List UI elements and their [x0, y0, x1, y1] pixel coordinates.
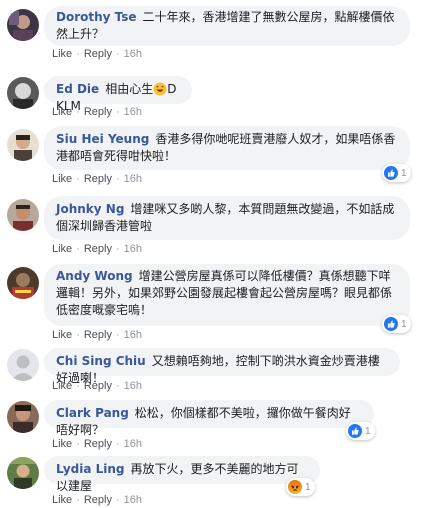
reply-button[interactable]: Reply	[84, 243, 112, 255]
comment-time[interactable]: 16h	[124, 173, 142, 185]
comment-time[interactable]: 16h	[124, 494, 142, 506]
comment-text: 相由心生	[105, 82, 154, 96]
comment-actions: Like · Reply · 16h	[52, 380, 143, 392]
reaction-count: 1	[401, 167, 407, 179]
avatar[interactable]	[7, 77, 39, 109]
comment-author[interactable]: Chi Sing Chiu	[56, 354, 146, 368]
comment: Ed Die 相由心生 DKLM Like · Reply · 16h	[0, 74, 440, 118]
reply-button[interactable]: Reply	[84, 48, 112, 60]
comment-author[interactable]: Siu Hei Yeung	[56, 132, 149, 146]
comment: Andy Wong 增建公營房屋真係可以降低樓價？真係想聽下咩邏輯！另外，如果郊野…	[0, 264, 440, 344]
comment-time[interactable]: 16h	[124, 243, 142, 255]
reaction-count: 1	[305, 481, 311, 493]
comment-actions: Like · Reply · 16h	[52, 494, 143, 506]
rofl-emoji-icon	[153, 82, 167, 96]
comment-actions: Like · Reply · 16h	[52, 106, 143, 118]
like-button[interactable]: Like	[52, 380, 72, 392]
comment-bubble: Ed Die 相由心生 DKLM	[44, 76, 192, 113]
reaction-summary[interactable]: 1	[382, 164, 411, 182]
comment-actions: Like · Reply · 16h	[52, 438, 143, 450]
comment-author[interactable]: Dorothy Tse	[56, 10, 137, 24]
reply-button[interactable]: Reply	[84, 438, 112, 450]
comment-actions: Like · Reply · 16h	[52, 329, 143, 341]
reply-button[interactable]: Reply	[84, 106, 112, 118]
comment-bubble: Dorothy Tse 二十年來，香港增建了無數公屋房，點解樓價依然上升？	[44, 6, 410, 46]
avatar[interactable]	[7, 129, 39, 161]
comment: Lydia Ling 再放下火，更多不美麗的地方可以建屋 1 Like · Reply…	[0, 454, 440, 506]
reaction-count: 1	[365, 425, 371, 437]
comment-bubble: Chi Sing Chiu 又想賴唔夠地，控制下啲洪水資金炒賣港樓好過喇！	[44, 348, 400, 385]
comment: Siu Hei Yeung 香港多得你哋呢班賣港廢人奴才，如果唔係香港都唔會死得咁…	[0, 126, 440, 188]
angry-reaction-icon	[288, 480, 302, 494]
like-button[interactable]: Like	[52, 106, 72, 118]
comment-author[interactable]: Johnky Ng	[56, 202, 124, 216]
like-button[interactable]: Like	[52, 173, 72, 185]
reply-button[interactable]: Reply	[84, 173, 112, 185]
avatar[interactable]	[7, 9, 39, 41]
comment-actions: Like · Reply · 16h	[52, 173, 143, 185]
like-button[interactable]: Like	[52, 329, 72, 341]
reply-button[interactable]: Reply	[84, 494, 112, 506]
comment-actions: Like · Reply · 16h	[52, 48, 143, 60]
reaction-summary[interactable]: 1	[382, 315, 411, 333]
comment-time[interactable]: 16h	[124, 438, 142, 450]
reaction-summary[interactable]: 1	[286, 478, 315, 496]
comment-time[interactable]: 16h	[124, 48, 142, 60]
comment-author[interactable]: Andy Wong	[56, 269, 133, 283]
like-button[interactable]: Like	[52, 438, 72, 450]
comment-author[interactable]: Lydia Ling	[56, 462, 125, 476]
avatar[interactable]	[7, 267, 39, 299]
comment-time[interactable]: 16h	[124, 380, 142, 392]
like-button[interactable]: Like	[52, 494, 72, 506]
thumbs-up-icon	[348, 424, 362, 438]
thumbs-up-icon	[384, 317, 398, 331]
reply-button[interactable]: Reply	[84, 380, 112, 392]
comment-time[interactable]: 16h	[124, 329, 142, 341]
comment: Johnky Ng 增建咪又多啲人黎，本質問題無改變過，不如話成個深圳歸香港管啦 …	[0, 196, 440, 258]
reply-button[interactable]: Reply	[84, 329, 112, 341]
comment-time[interactable]: 16h	[124, 106, 142, 118]
comment-bubble: Clark Pang 松松，你個樣都不美啦，攞你做午餐肉好唔好啊？	[44, 400, 374, 437]
like-button[interactable]: Like	[52, 48, 72, 60]
comment: Chi Sing Chiu 又想賴唔夠地，控制下啲洪水資金炒賣港樓好過喇！ Lik…	[0, 346, 440, 392]
comment-bubble: Lydia Ling 再放下火，更多不美麗的地方可以建屋	[44, 456, 320, 493]
comment-bubble: Johnky Ng 增建咪又多啲人黎，本質問題無改變過，不如話成個深圳歸香港管啦	[44, 196, 410, 240]
reaction-summary[interactable]: 1	[346, 422, 375, 440]
like-button[interactable]: Like	[52, 243, 72, 255]
thumbs-up-icon	[384, 166, 398, 180]
avatar[interactable]	[7, 401, 39, 433]
comment-bubble: Andy Wong 增建公營房屋真係可以降低樓價？真係想聽下咩邏輯！另外，如果郊野…	[44, 264, 410, 326]
comment-author[interactable]: Ed Die	[56, 82, 99, 96]
comment: Dorothy Tse 二十年來，香港增建了無數公屋房，點解樓價依然上升？ Lik…	[0, 6, 440, 62]
avatar[interactable]	[7, 457, 39, 489]
comment-bubble: Siu Hei Yeung 香港多得你哋呢班賣港廢人奴才，如果唔係香港都唔會死得咁…	[44, 126, 410, 170]
comment-author[interactable]: Clark Pang	[56, 406, 129, 420]
avatar[interactable]	[7, 349, 39, 381]
comment: Clark Pang 松松，你個樣都不美啦，攞你做午餐肉好唔好啊？ 1 Like ·…	[0, 398, 440, 450]
comment-actions: Like · Reply · 16h	[52, 243, 143, 255]
avatar[interactable]	[7, 199, 39, 231]
reaction-count: 1	[401, 318, 407, 330]
